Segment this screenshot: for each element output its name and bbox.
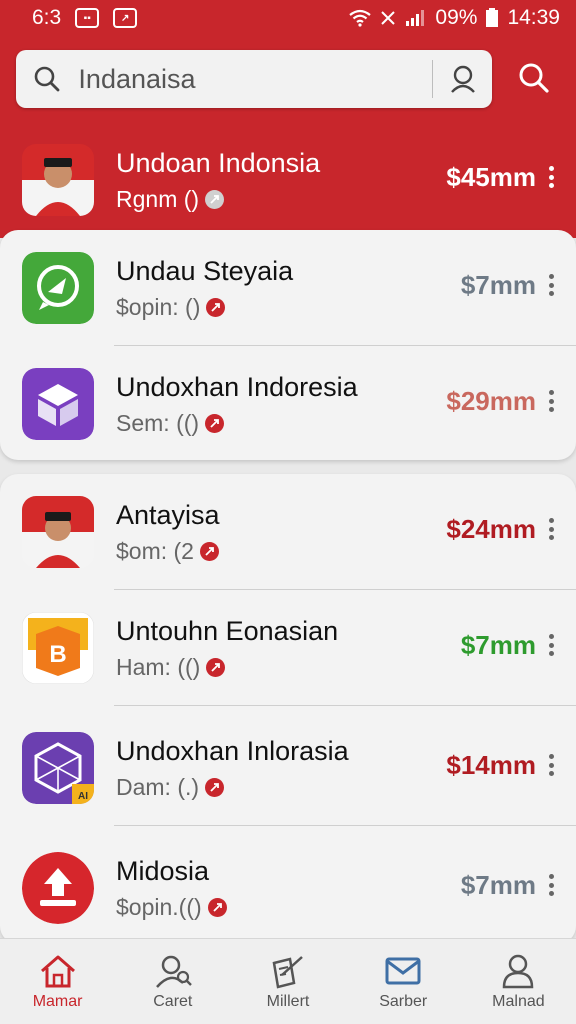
list-item[interactable]: Undoan Indonsia Rgnm () $45mm <box>0 122 576 238</box>
list-item-price: $45mm <box>446 162 536 192</box>
more-options-icon[interactable] <box>546 162 556 192</box>
b-box-icon: B <box>22 612 94 684</box>
list-item-subtitle: Sem: (() <box>116 410 225 437</box>
list-item-price: $24mm <box>446 514 536 544</box>
list-item[interactable]: Antayisa $om: (2 $24mm <box>0 474 576 590</box>
crystal-box-icon: AI <box>22 732 94 804</box>
nav-label: Mamar <box>32 992 83 1010</box>
nav-item-malnad[interactable]: Malnad <box>461 939 576 1024</box>
chat-bubble-icon <box>22 252 94 324</box>
battery-percent: 09% <box>435 6 478 29</box>
list-item-price: $7mm <box>460 270 536 300</box>
trend-icon <box>205 414 225 433</box>
bottom-navigation: Mamar Caret Millert Sarber Malnad <box>0 938 576 1024</box>
svg-text:AI: AI <box>78 791 88 802</box>
trend-icon <box>199 542 219 561</box>
status-clock: 14:39 <box>507 6 560 29</box>
more-options-icon[interactable] <box>546 870 556 900</box>
flag-portrait-icon <box>22 144 94 216</box>
trend-icon <box>207 898 227 917</box>
nav-item-sarber[interactable]: Sarber <box>346 939 461 1024</box>
upload-circle-icon <box>22 852 94 924</box>
header-search-button[interactable] <box>514 58 554 98</box>
signal-icon <box>405 9 427 27</box>
nav-label: Malnad <box>492 992 545 1010</box>
more-options-icon[interactable] <box>546 514 556 544</box>
list-item-title: Antayisa <box>116 500 220 530</box>
notification-icon: ▪▪ <box>75 8 100 28</box>
more-options-icon[interactable] <box>546 750 556 780</box>
more-options-icon[interactable] <box>546 386 556 416</box>
list-item[interactable]: Undau Steyaia $opin: () $7mm <box>0 230 576 346</box>
list-item[interactable]: Undoxhan Indoresia Sem: (() $29mm <box>0 346 576 462</box>
trend-icon <box>205 778 225 797</box>
nav-label: Millert <box>266 992 310 1010</box>
list-item[interactable]: Midosia $opin.(() $7mm <box>0 830 576 946</box>
home-icon <box>40 955 75 987</box>
list-item-price: $29mm <box>446 386 536 416</box>
list-item[interactable]: AI Undoxhan Inlorasia Dam: (.) $14mm <box>0 710 576 826</box>
search-submit-icon[interactable] <box>433 64 492 94</box>
user-icon <box>503 954 534 988</box>
list-item-subtitle: $opin: () <box>116 294 226 321</box>
list-item-title: Untouhn Eonasian <box>116 616 339 646</box>
list-item-price: $14mm <box>446 750 536 780</box>
svg-text:B: B <box>49 641 66 668</box>
nav-item-mamar[interactable]: Mamar <box>0 939 115 1024</box>
list-item-title: Undoxhan Inlorasia <box>116 736 349 766</box>
nav-label: Sarber <box>379 992 428 1010</box>
list-item-price: $7mm <box>460 870 536 900</box>
mute-icon <box>379 9 397 27</box>
nav-item-caret[interactable]: Caret <box>115 939 230 1024</box>
status-time-left: 6:3 <box>32 6 62 29</box>
nav-label: Caret <box>153 992 193 1010</box>
search-input[interactable] <box>78 63 433 95</box>
search-bar[interactable] <box>16 50 492 108</box>
person-search-icon <box>155 955 192 988</box>
list-item-title: Undoan Indonsia <box>116 148 321 178</box>
list-item-title: Midosia <box>116 856 210 886</box>
status-bar: 6:3 ▪▪ ↗ 09% 14:39 <box>0 0 576 36</box>
list-item-subtitle: $opin.(() <box>116 894 227 921</box>
more-options-icon[interactable] <box>546 630 556 660</box>
list-item-title: Undoxhan Indoresia <box>116 372 358 402</box>
trend-icon <box>205 190 225 209</box>
edit-note-icon <box>272 955 303 989</box>
nav-item-millert[interactable]: Millert <box>230 939 345 1024</box>
search-icon <box>519 63 549 93</box>
list-item-subtitle: Rgnm () <box>116 186 225 213</box>
trend-icon <box>206 298 226 317</box>
list-item-price: $7mm <box>460 630 536 660</box>
wifi-icon <box>349 9 372 27</box>
mail-icon <box>385 957 421 984</box>
trend-icon <box>206 658 226 677</box>
search-icon[interactable] <box>16 65 78 93</box>
list-item-subtitle: Dam: (.) <box>116 774 225 801</box>
flag-portrait-icon <box>22 496 94 568</box>
list-item-subtitle: $om: (2 <box>116 538 219 565</box>
row-divider <box>114 825 576 826</box>
more-options-icon[interactable] <box>546 270 556 300</box>
app-header <box>0 36 576 122</box>
list-item-subtitle: Ham: (() <box>116 654 226 681</box>
battery-icon <box>485 8 499 28</box>
cube-icon <box>22 368 94 440</box>
list-item-title: Undau Steyaia <box>116 256 294 286</box>
row-divider <box>114 705 576 706</box>
app-notification-icon: ↗ <box>113 8 138 28</box>
list-item[interactable]: B Untouhn Eonasian Ham: (() $7mm <box>0 590 576 706</box>
